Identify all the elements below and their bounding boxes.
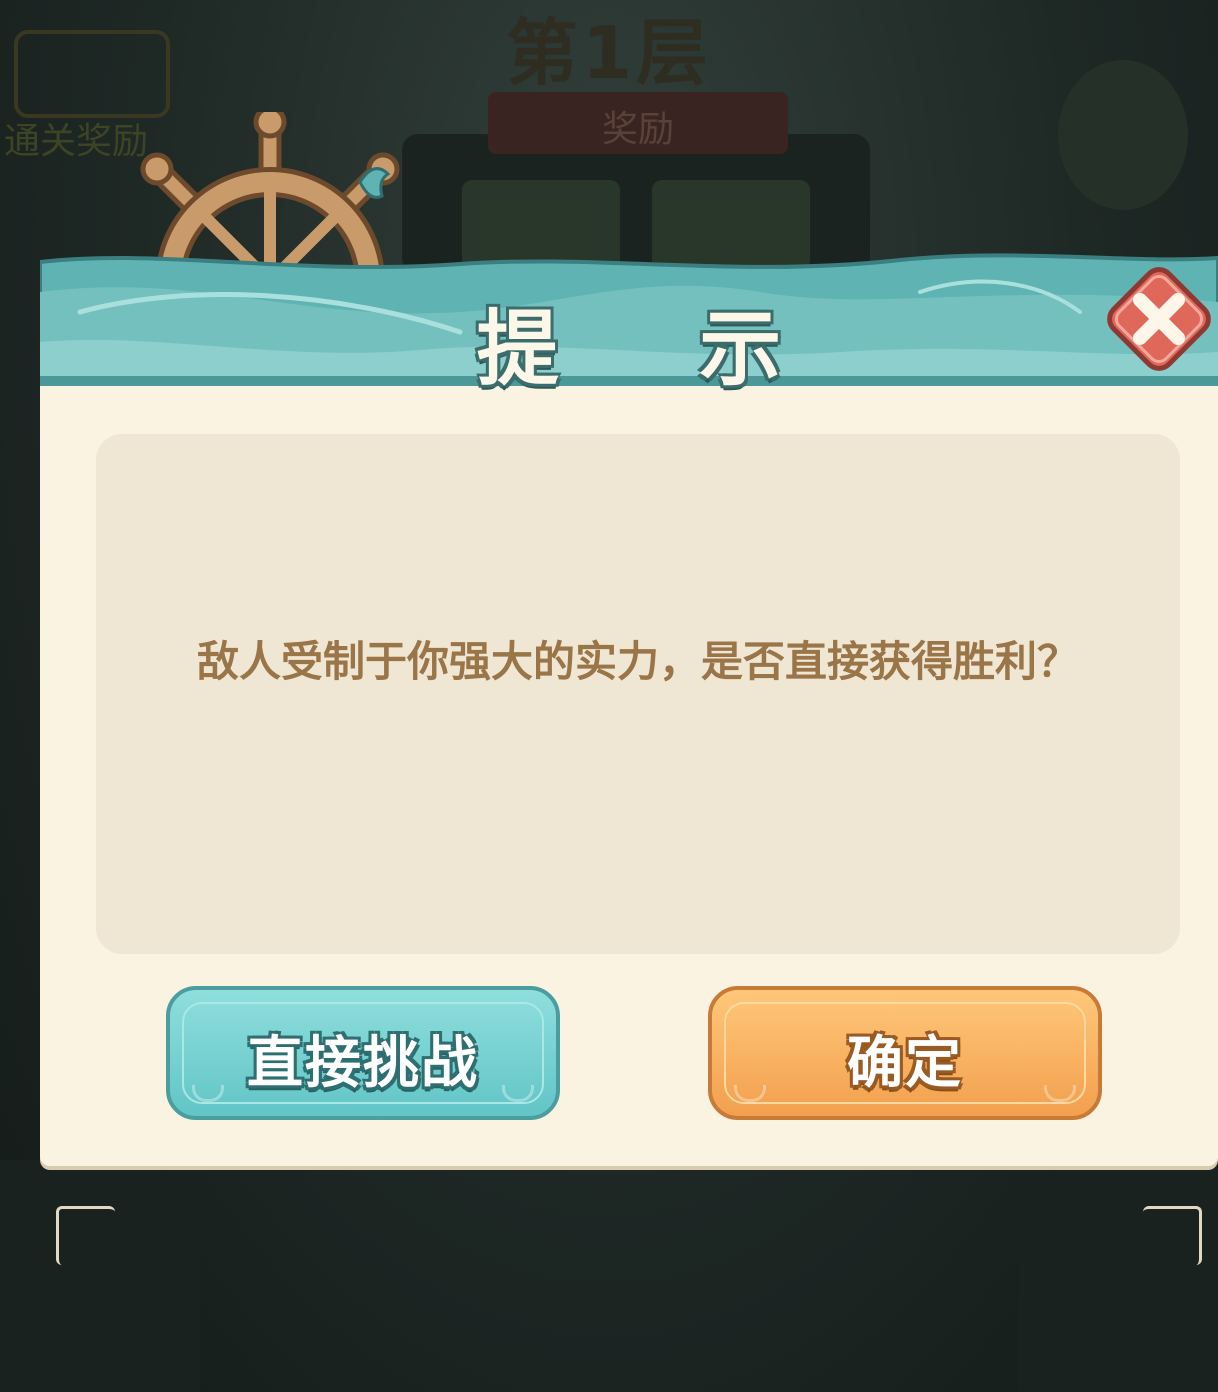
- reward-ribbon-label: 奖励: [601, 109, 674, 150]
- direct-challenge-label: 直接挑战: [247, 1031, 479, 1096]
- confirm-label: 确定: [847, 1031, 963, 1096]
- dialog-message: 敌人受制于你强大的实力，是否直接获得胜利？: [196, 637, 1079, 686]
- corner-ornament-icon: [56, 1206, 115, 1265]
- direct-challenge-button[interactable]: 直接挑战: [166, 986, 560, 1120]
- confirm-button[interactable]: 确定: [708, 986, 1102, 1120]
- pillar-base: [0, 1160, 200, 1392]
- message-panel: 敌人受制于你强大的实力，是否直接获得胜利？: [96, 434, 1180, 954]
- corner-ornament-icon: [1143, 1206, 1202, 1265]
- pillar-base: [1018, 1160, 1218, 1392]
- dialog-title: 提 示: [476, 301, 838, 397]
- cloud-ornament-icon: [1058, 60, 1188, 210]
- close-x-icon: [1107, 267, 1211, 371]
- reward-ribbon: 奖励: [488, 92, 788, 154]
- close-button[interactable]: [1100, 260, 1218, 378]
- dialog-header: 提 示: [40, 112, 1218, 397]
- tip-dialog: 提 示 敌人受制于你强大的实力，是否直接获得胜利？ 直接挑战 确定: [40, 112, 1218, 1265]
- floor-title: 第1层: [505, 11, 713, 95]
